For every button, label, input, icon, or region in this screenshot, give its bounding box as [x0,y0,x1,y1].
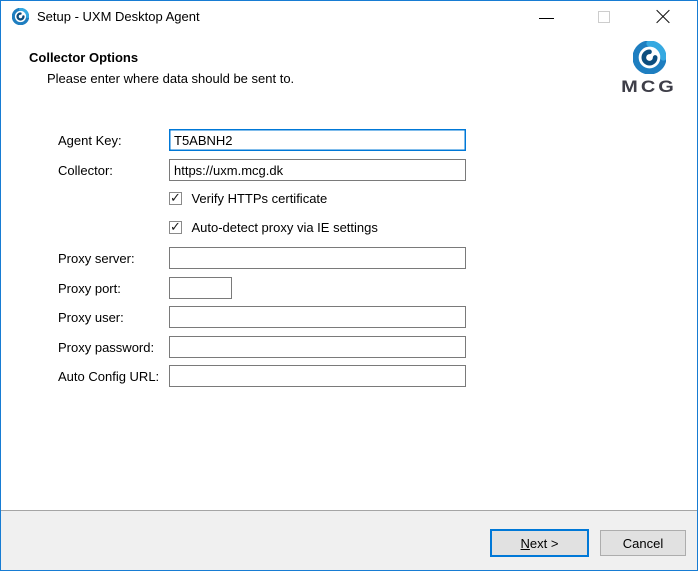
page-title: Collector Options [29,50,138,65]
maximize-icon [598,11,610,23]
autodetect-proxy-checkmark-icon: ✓ [169,221,182,234]
app-spiral-icon [12,8,29,25]
auto-config-url-input[interactable] [169,365,466,387]
agent-key-label: Agent Key: [58,133,122,148]
close-button[interactable] [644,1,684,32]
verify-https-label: Verify HTTPs certificate [191,191,327,206]
mcg-spiral-icon [633,41,666,74]
next-button-accesskey: N [521,536,530,551]
proxy-password-input[interactable] [169,336,466,358]
proxy-port-label: Proxy port: [58,281,121,296]
next-button[interactable]: Next > [490,529,589,557]
collector-label: Collector: [58,163,113,178]
proxy-user-label: Proxy user: [58,310,124,325]
minimize-icon [539,18,554,19]
cancel-button-label: Cancel [623,536,663,551]
verify-https-checkmark-icon: ✓ [169,192,182,205]
auto-config-url-label: Auto Config URL: [58,369,159,384]
autodetect-proxy-label: Auto-detect proxy via IE settings [191,220,377,235]
setup-wizard-window: Setup - UXM Desktop Agent Collector Opti… [0,0,698,571]
mcg-wordmark: MCG [604,78,694,98]
proxy-port-input[interactable] [169,277,232,299]
page-subtitle: Please enter where data should be sent t… [47,71,294,86]
verify-https-checkbox[interactable]: ✓ Verify HTTPs certificate [169,190,327,206]
titlebar: Setup - UXM Desktop Agent [1,1,697,32]
minimize-button[interactable] [526,1,566,32]
proxy-user-input[interactable] [169,306,466,328]
autodetect-proxy-checkbox[interactable]: ✓ Auto-detect proxy via IE settings [169,219,378,235]
window-title: Setup - UXM Desktop Agent [37,9,200,24]
close-icon [655,9,671,25]
proxy-server-label: Proxy server: [58,251,135,266]
next-button-label: ext > [530,536,559,551]
maximize-button [584,1,624,32]
cancel-button[interactable]: Cancel [600,530,686,556]
agent-key-input[interactable] [169,129,466,151]
mcg-logo: MCG [604,41,694,99]
footer-bar: Next > Cancel [1,510,697,570]
collector-input[interactable] [169,159,466,181]
proxy-password-label: Proxy password: [58,340,154,355]
proxy-server-input[interactable] [169,247,466,269]
